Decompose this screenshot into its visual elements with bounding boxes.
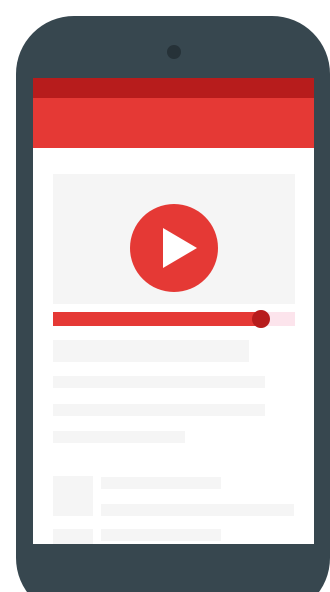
phone-screen xyxy=(33,78,314,544)
video-player[interactable] xyxy=(53,174,295,304)
list-item-title-placeholder xyxy=(101,477,221,489)
text-line-placeholder xyxy=(53,431,185,443)
text-line-placeholder xyxy=(53,376,265,388)
list-item-thumbnail-placeholder xyxy=(53,529,93,544)
video-progress-thumb[interactable] xyxy=(252,310,270,328)
illustration xyxy=(0,0,330,592)
app-bar xyxy=(33,98,314,148)
video-title-placeholder xyxy=(53,340,249,362)
play-icon xyxy=(163,228,197,268)
video-progress-fill xyxy=(53,312,261,326)
video-progress-bar[interactable] xyxy=(53,310,295,328)
status-bar xyxy=(33,78,314,98)
camera-icon xyxy=(167,45,181,59)
list-item-text-placeholder xyxy=(101,504,294,516)
list-item-thumbnail-placeholder xyxy=(53,476,93,516)
text-line-placeholder xyxy=(53,404,265,416)
play-button[interactable] xyxy=(130,204,218,292)
list-item-title-placeholder xyxy=(101,529,221,541)
